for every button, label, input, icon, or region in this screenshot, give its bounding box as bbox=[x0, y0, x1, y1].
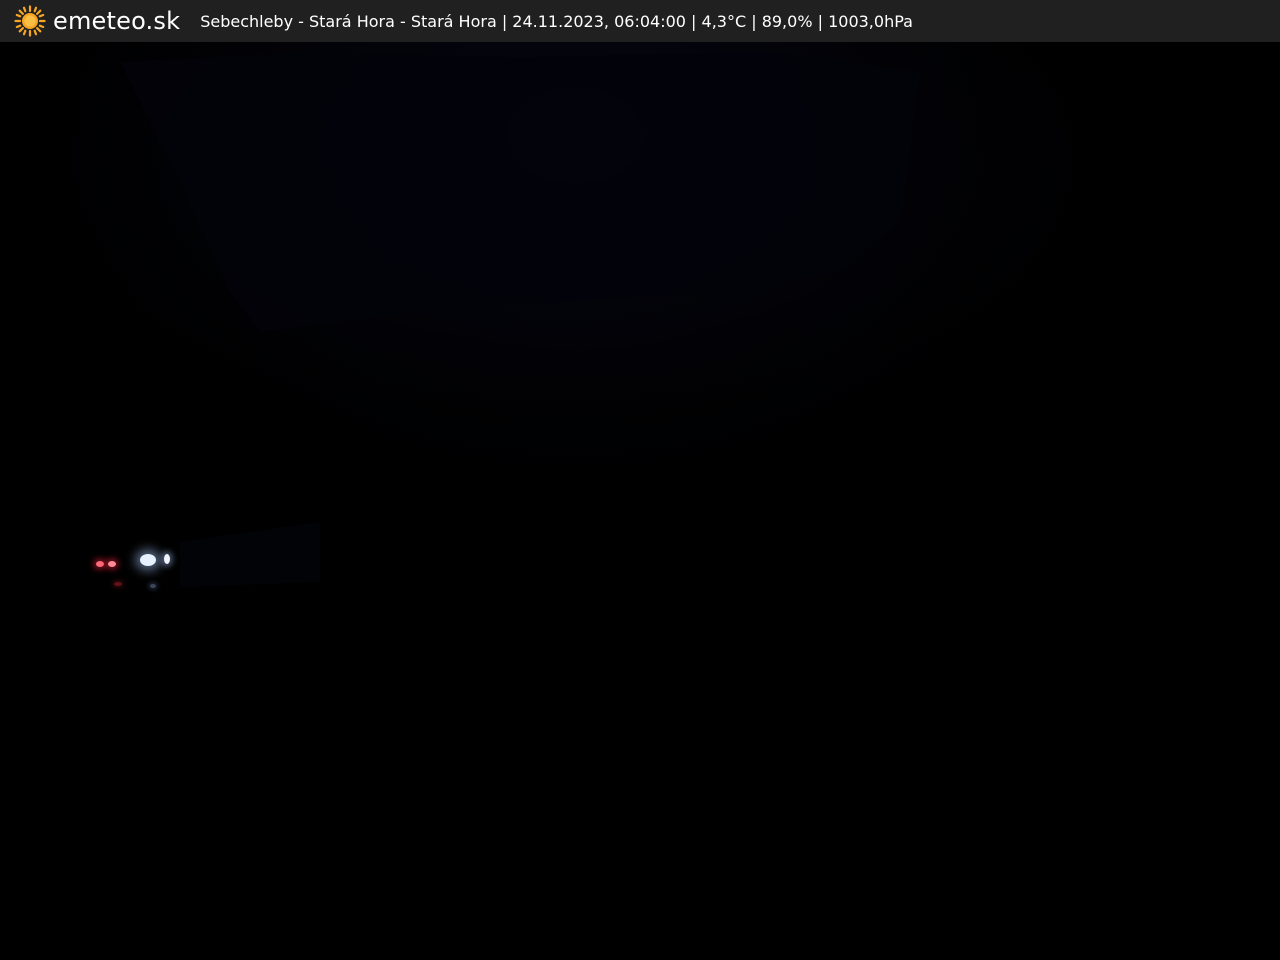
caption-bar: emeteo.sk Sebechleby - Stará Hora - Star… bbox=[0, 0, 1280, 42]
brand-name: emeteo.sk bbox=[53, 7, 181, 35]
head-light bbox=[164, 554, 170, 564]
light-reflection bbox=[114, 582, 122, 586]
station-caption: Sebechleby - Stará Hora - Stará Hora | 2… bbox=[200, 11, 913, 31]
tail-light bbox=[96, 561, 104, 567]
head-light bbox=[140, 554, 156, 566]
dark-hill-silhouette bbox=[0, 42, 1280, 960]
vehicle-lights bbox=[88, 542, 178, 592]
sun-icon bbox=[14, 5, 46, 37]
light-reflection bbox=[150, 584, 156, 588]
webcam-image bbox=[0, 42, 1280, 960]
tail-light bbox=[108, 561, 116, 567]
webcam-frame: emeteo.sk Sebechleby - Stará Hora - Star… bbox=[0, 0, 1280, 960]
